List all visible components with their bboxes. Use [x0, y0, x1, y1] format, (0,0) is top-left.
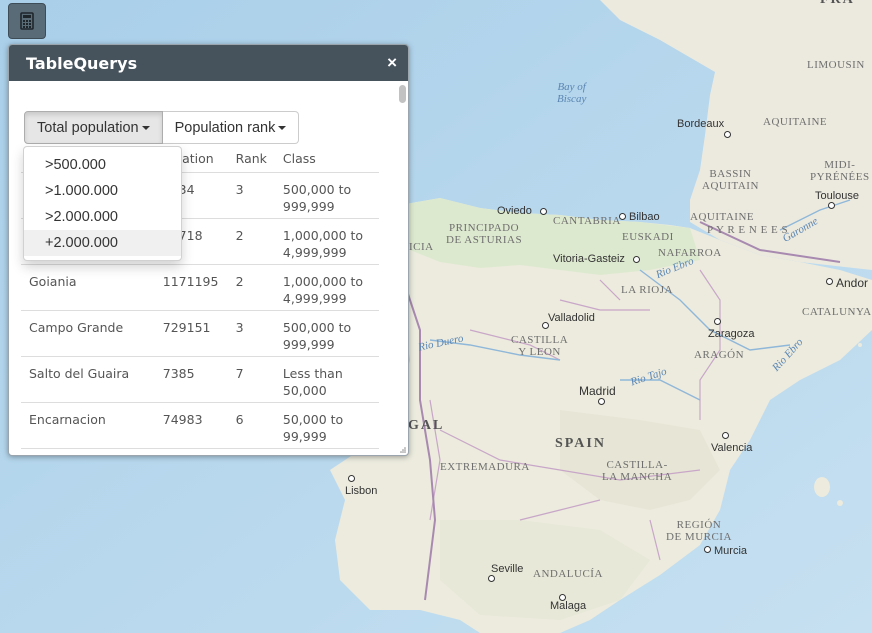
cell-rank: 2: [227, 264, 275, 311]
cell-class: 500,000 to 999,999: [274, 310, 379, 357]
map-city-zaragoza: Zaragoza: [708, 328, 755, 340]
cell-rank: 6: [227, 402, 275, 449]
dropdown-item-500000[interactable]: >500.000: [24, 152, 181, 178]
map-label-midi-pyrenees: MIDI- PYRÉNÉES: [810, 159, 870, 183]
caret-down-icon: [278, 125, 287, 130]
scrollbar-thumb[interactable]: [399, 85, 406, 103]
map-label-castilla-la-mancha: CASTILLA- LA MANCHA: [602, 459, 673, 483]
cell-name: Campo Grande: [21, 310, 155, 357]
map-city-malaga: Malaga: [550, 600, 587, 612]
dropdown-item-2000000[interactable]: >2.000.000: [24, 204, 181, 230]
panel-body: Total population Population rank pulatio…: [9, 81, 395, 455]
panel-header[interactable]: TableQuerys ×: [9, 45, 408, 81]
map-city-dot: [559, 594, 566, 601]
map-city-murcia: Murcia: [714, 545, 748, 557]
map-label-galicia: ICIA: [409, 241, 434, 253]
total-population-label: Total population: [37, 119, 139, 136]
cell-name: Goiania: [21, 264, 155, 311]
map-label-aragon: ARAGÓN: [694, 349, 745, 361]
map-city-dot: [826, 278, 833, 285]
map-city-seville: Seville: [491, 563, 524, 575]
map-label-catalunya: CATALUNYA: [802, 306, 872, 318]
query-button-group: Total population Population rank: [24, 111, 300, 144]
map-city-vitoria-gasteiz: Vitoria-Gasteiz: [553, 253, 625, 265]
cell-population: 1171195: [154, 264, 228, 311]
cell-class: 50,000 to 99,999: [274, 402, 379, 449]
cell-rank: 7: [227, 356, 275, 403]
cell-class: 1,000,000 to 4,999,999: [274, 218, 379, 265]
cell-rank: 3: [227, 310, 275, 357]
map-label-pyrenees: P Y R E N E E S: [707, 224, 789, 236]
map-city-dot: [542, 322, 549, 329]
map-label-cantabria: CANTABRIA: [553, 215, 621, 227]
map-label-la-rioja: LA RIOJA: [621, 284, 673, 296]
population-rank-dropdown-button[interactable]: Population rank: [162, 111, 300, 144]
dropdown-item-1000000[interactable]: >1.000.000: [24, 178, 181, 204]
map-city-dot: [724, 131, 731, 138]
map-city-valencia: Valencia: [711, 442, 753, 454]
map-city-dot: [704, 546, 711, 553]
cell-population: 74983: [154, 402, 228, 449]
cell-population: 729151: [154, 310, 228, 357]
map-city-andorra: Andor: [836, 276, 869, 290]
resize-grip-icon[interactable]: [399, 446, 406, 453]
map-city-dot: [619, 213, 626, 220]
cell-rank: 2: [227, 218, 275, 265]
map-label-bay-of-biscay: Bay of Biscay: [557, 81, 587, 105]
map-label-euskadi: EUSKADI: [622, 231, 674, 243]
map-label-extremadura: EXTREMADURA: [440, 461, 530, 473]
table-row[interactable]: Campo Grande 729151 3 500,000 to 999,999: [21, 310, 379, 357]
cell-rank: 3: [227, 172, 275, 219]
cell-class: Less than 50,000: [274, 356, 379, 403]
map-label-andalucia: ANDALUCÍA: [533, 568, 603, 580]
map-city-dot: [714, 318, 721, 325]
map-city-madrid: Madrid: [579, 384, 616, 398]
map-label-asturias: PRINCIPADO DE ASTURIAS: [446, 222, 523, 246]
map-label-region-de-murcia: REGIÓN DE MURCIA: [666, 519, 732, 543]
map-label-france: FRA: [820, 0, 855, 8]
map-label-limousin: LIMOUSIN: [807, 59, 865, 71]
table-row[interactable]: Salto del Guaira 7385 7 Less than 50,000: [21, 356, 379, 403]
cell-class: 1,000,000 to 4,999,999: [274, 264, 379, 311]
cell-name: Encarnacion: [21, 402, 155, 449]
panel-title: TableQuerys: [26, 53, 138, 73]
total-population-dropdown-button[interactable]: Total population: [24, 111, 163, 144]
table-row[interactable]: Encarnacion 74983 6 50,000 to 99,999: [21, 402, 379, 449]
map-city-valladolid: Valladolid: [548, 312, 595, 324]
map-label-portugal: GAL: [408, 418, 445, 433]
column-header-class: Class: [274, 144, 379, 173]
cell-population: 7385: [154, 356, 228, 403]
map-city-dot: [598, 398, 605, 405]
cell-name: Salto del Guaira: [21, 356, 155, 403]
map-city-dot: [488, 575, 495, 582]
map-label-bassin-aquitain: BASSIN AQUITAIN: [702, 168, 759, 192]
table-row[interactable]: Goiania 1171195 2 1,000,000 to 4,999,999: [21, 264, 379, 311]
table-query-tool-button[interactable]: [8, 3, 46, 39]
total-population-dropdown-menu: >500.000 >1.000.000 >2.000.000 +2.000.00…: [23, 146, 182, 261]
map-label-aquitaine: AQUITAINE: [763, 116, 828, 128]
map-city-toulouse: Toulouse: [815, 190, 860, 202]
panel-scrollbar[interactable]: [397, 83, 407, 451]
map-city-bilbao: Bilbao: [629, 211, 660, 223]
map-city-bordeaux: Bordeaux: [677, 118, 725, 130]
caret-down-icon: [141, 125, 150, 130]
map-city-oviedo: Oviedo: [497, 205, 532, 217]
map-city-lisbon: Lisbon: [345, 485, 378, 497]
map-label-spain: SPAIN: [555, 436, 606, 451]
cell-class: 500,000 to 999,999: [274, 172, 379, 219]
population-rank-label: Population rank: [174, 119, 276, 136]
close-button[interactable]: ×: [387, 53, 397, 73]
table-icon: [20, 12, 34, 30]
map-city-dot: [348, 475, 355, 482]
map-label-aquitaine-2: AQUITAINE: [690, 211, 755, 223]
column-header-rank: Rank: [227, 144, 275, 173]
map-city-dot: [722, 432, 729, 439]
map-label-castilla-y-leon: CASTILLA Y LEON: [511, 334, 569, 358]
map-city-dot: [828, 202, 835, 209]
map-city-dot: [633, 256, 640, 263]
dropdown-item-plus-2000000[interactable]: +2.000.000: [24, 230, 181, 256]
map-city-dot: [540, 208, 547, 215]
